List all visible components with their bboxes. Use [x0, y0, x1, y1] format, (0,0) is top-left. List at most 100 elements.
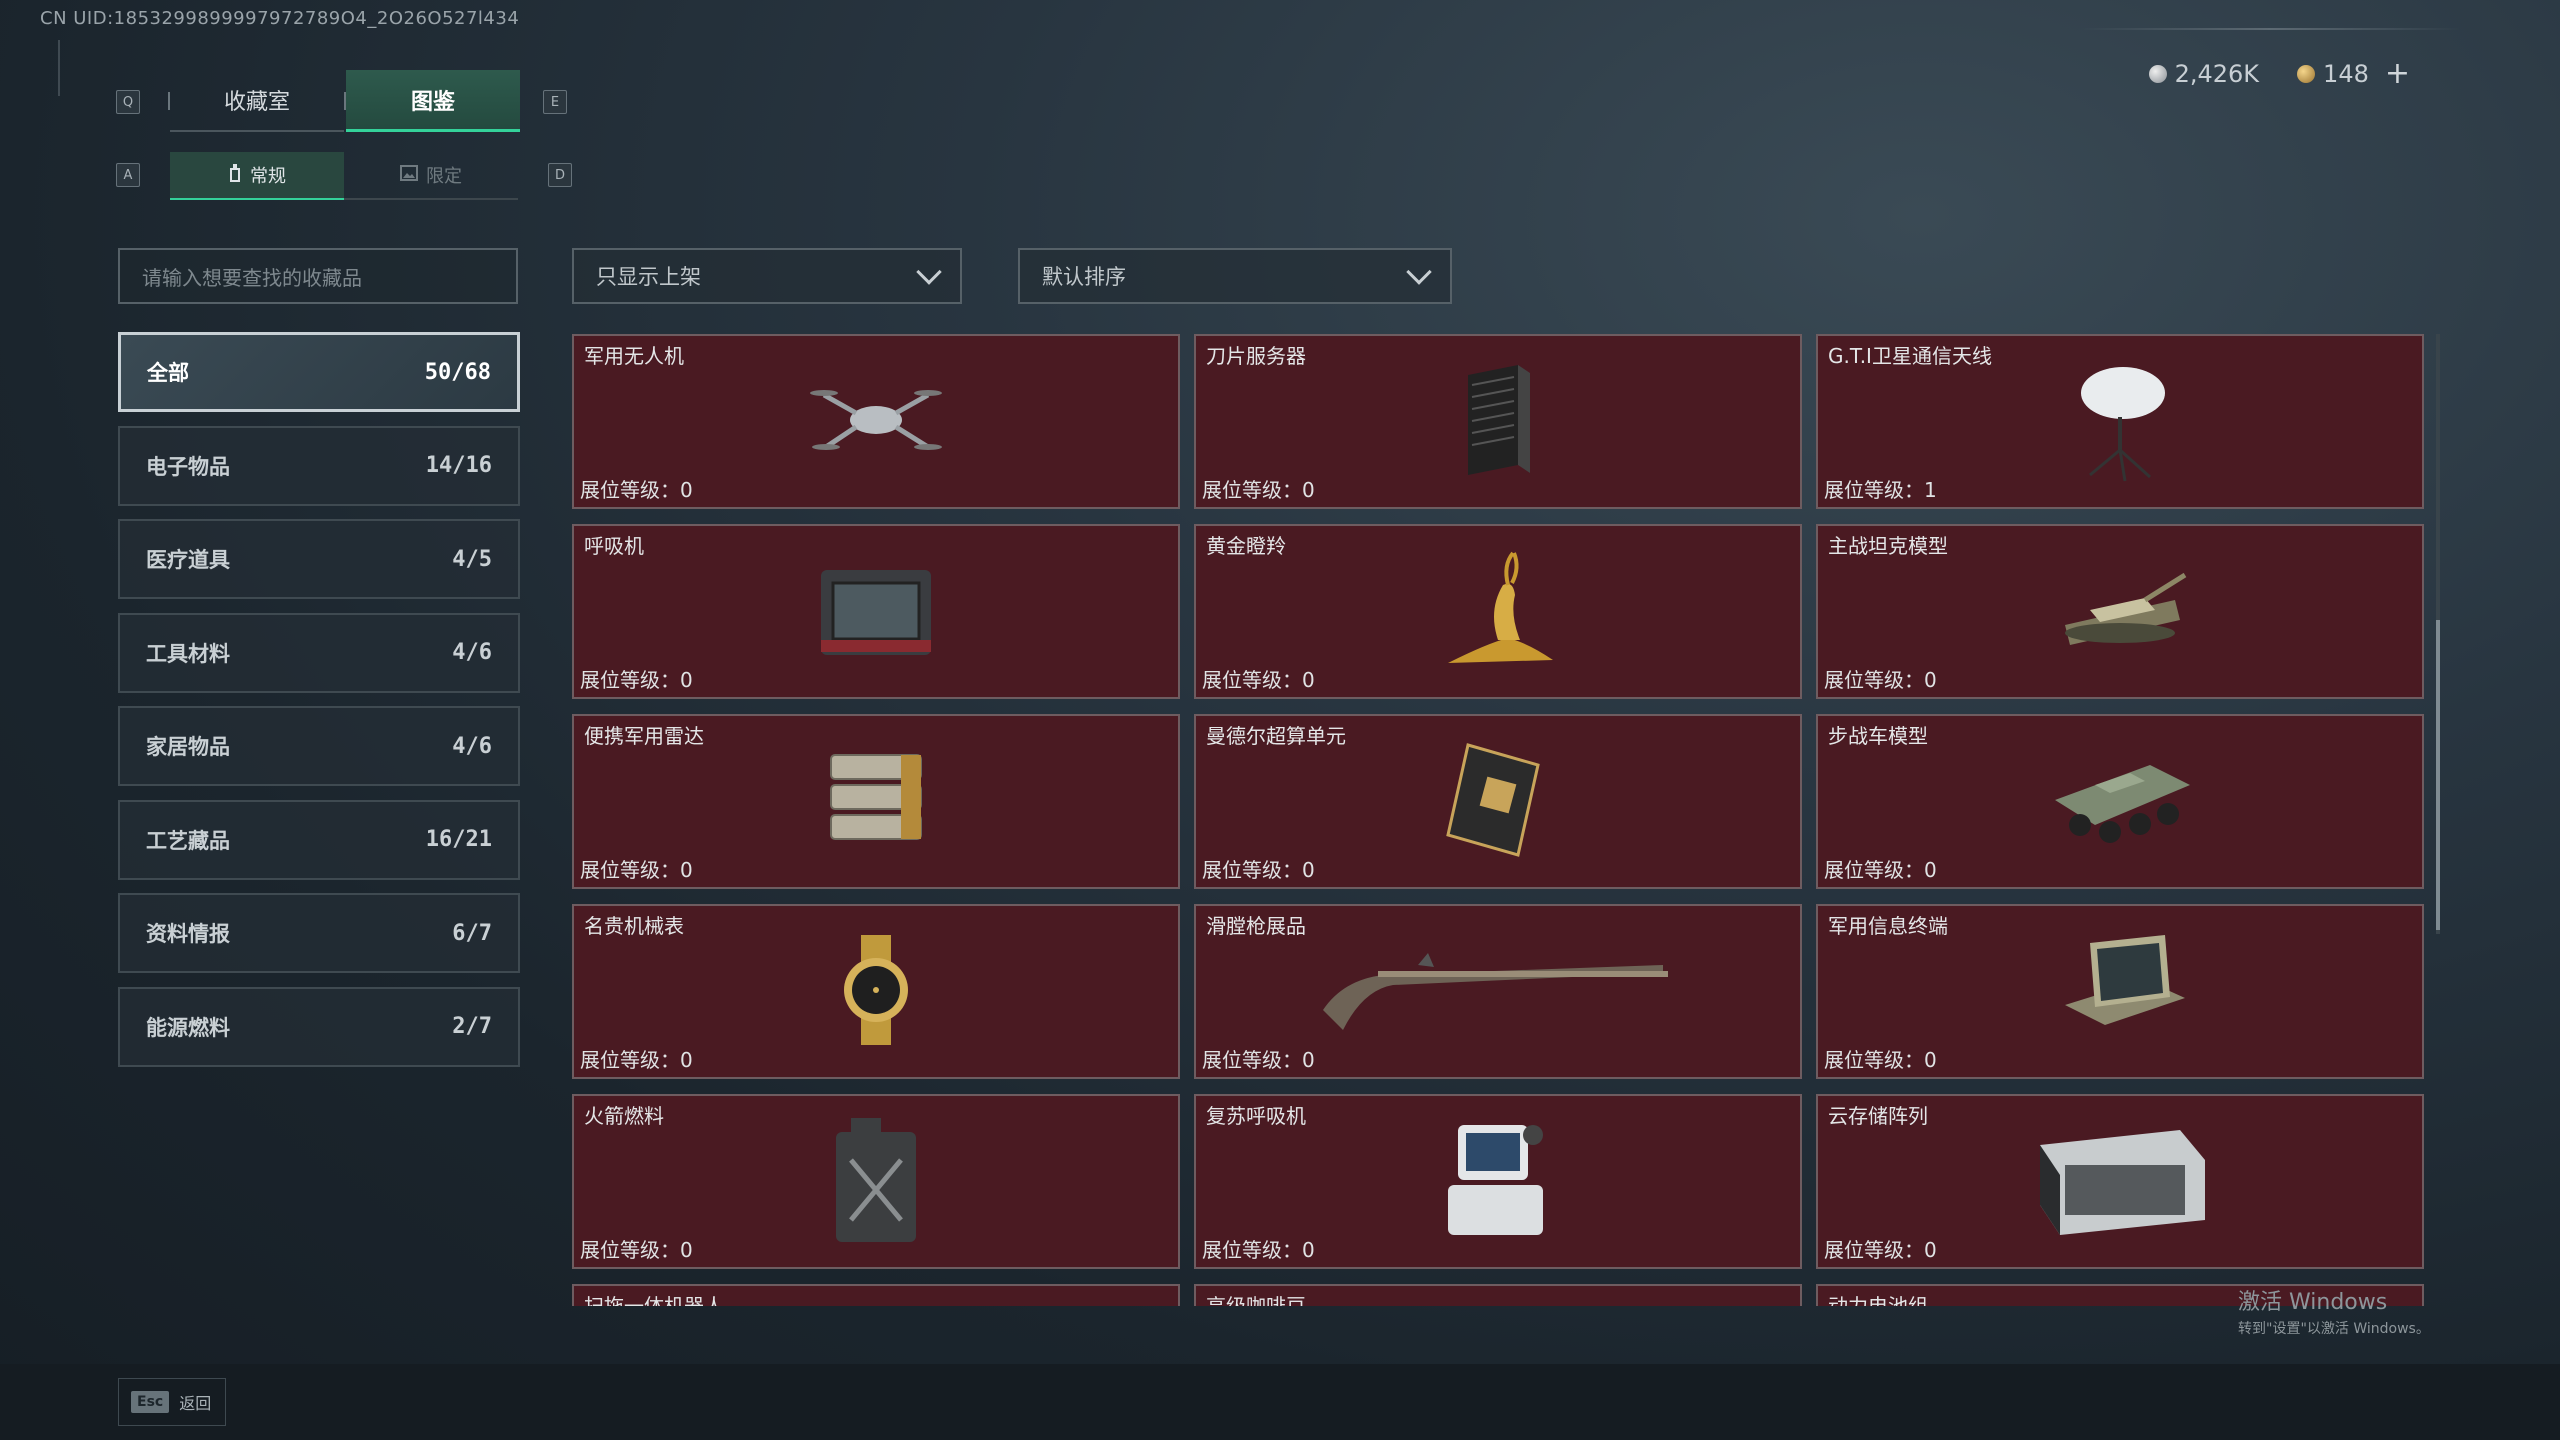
- fuel-can-icon: [821, 1110, 931, 1254]
- silver-amount: 2,426K: [2174, 59, 2260, 88]
- collection-card[interactable]: 复苏呼吸机 展位等级：0: [1194, 1094, 1802, 1269]
- item-level-label: 展位等级：: [1824, 1238, 1924, 1262]
- category-intel[interactable]: 资料情报 6/7: [118, 893, 520, 973]
- category-count: 50/68: [424, 359, 491, 385]
- bottom-bar: [0, 1364, 2560, 1440]
- item-level: 展位等级：0: [1824, 1234, 1937, 1263]
- item-level-label: 展位等级：: [580, 668, 680, 692]
- collection-card[interactable]: 刀片服务器 展位等级：0: [1194, 334, 1802, 509]
- item-level-value: 0: [1302, 668, 1315, 692]
- item-level-label: 展位等级：: [580, 1238, 680, 1262]
- item-level: 展位等级：0: [1202, 1234, 1315, 1263]
- category-all[interactable]: 全部 50/68: [118, 332, 520, 412]
- category-tools[interactable]: 工具材料 4/6: [118, 612, 520, 693]
- side-decoration: [58, 40, 64, 96]
- tab-catalog[interactable]: 图鉴: [346, 70, 520, 132]
- subtab-regular-label: 常规: [250, 166, 286, 187]
- collection-card[interactable]: 军用无人机展位等级：0: [572, 334, 1180, 509]
- satellite-dish-icon: [2065, 355, 2175, 489]
- main-tabs: 收藏室 图鉴: [168, 70, 520, 132]
- shelf-filter-dropdown[interactable]: 只显示上架: [572, 248, 962, 304]
- item-level: 展位等级：0: [1824, 664, 1937, 693]
- collection-card[interactable]: 黄金瞪羚 展位等级：0: [1194, 524, 1802, 699]
- subtab-regular[interactable]: 常规: [170, 152, 344, 200]
- watch-icon: [826, 930, 926, 1054]
- item-level: 展位等级：0: [580, 474, 693, 503]
- server-icon: [1448, 355, 1548, 489]
- item-name: 名贵机械表: [584, 914, 684, 938]
- collection-card[interactable]: G.T.I卫星通信天线 展位等级：1: [1816, 334, 2424, 509]
- collection-card[interactable]: 高级咖啡豆: [1194, 1284, 1802, 1306]
- item-level-label: 展位等级：: [1202, 668, 1302, 692]
- gold-currency[interactable]: 148 +: [2297, 56, 2410, 91]
- category-medical[interactable]: 医疗道具 4/5: [118, 519, 520, 599]
- item-name: 滑膛枪展品: [1206, 914, 1306, 938]
- sort-value: 默认排序: [1042, 265, 1126, 289]
- subtab-limited-label: 限定: [426, 166, 462, 187]
- collection-card[interactable]: 呼吸机 展位等级：0: [572, 524, 1180, 699]
- add-currency-button[interactable]: +: [2385, 56, 2410, 91]
- collection-card[interactable]: 云存储阵列 展位等级：0: [1816, 1094, 2424, 1269]
- category-label: 工艺藏品: [146, 828, 230, 853]
- tab-collection-room[interactable]: 收藏室: [170, 70, 344, 132]
- item-level-label: 展位等级：: [1202, 1048, 1302, 1072]
- sub-tabs: 常规 限定: [170, 152, 518, 200]
- item-level: 展位等级：0: [580, 1044, 693, 1073]
- collection-card[interactable]: 步战车模型 展位等级：0: [1816, 714, 2424, 889]
- item-name: 便携军用雷达: [584, 724, 704, 748]
- category-count: 4/6: [452, 640, 492, 665]
- category-label: 工具材料: [146, 641, 230, 666]
- back-label: 返回: [179, 1394, 212, 1413]
- item-level-label: 展位等级：: [580, 858, 680, 882]
- category-label: 全部: [147, 361, 189, 385]
- category-electronics[interactable]: 电子物品 14/16: [118, 425, 520, 506]
- resuscitator-icon: [1438, 1115, 1558, 1249]
- golden-gazelle-icon: [1428, 545, 1568, 679]
- uid-label: CN UID:1853299899997972789O4_2O26O527l43…: [40, 8, 520, 29]
- category-label: 家居物品: [146, 735, 230, 759]
- collection-card[interactable]: 曼德尔超算单元 展位等级：0: [1194, 714, 1802, 889]
- item-level-value: 0: [1302, 858, 1315, 882]
- shelf-filter-value: 只显示上架: [596, 265, 701, 289]
- windows-watermark: 激活 Windows 转到"设置"以激活 Windows。: [2238, 1284, 2430, 1338]
- category-energy[interactable]: 能源燃料 2/7: [118, 986, 520, 1067]
- collection-card[interactable]: 滑膛枪展品展位等级：0: [1194, 904, 1802, 1079]
- item-level: 展位等级：0: [1202, 1044, 1315, 1073]
- item-level-value: 0: [1924, 1238, 1937, 1262]
- item-level-value: 0: [1302, 478, 1315, 502]
- sort-dropdown[interactable]: 默认排序: [1018, 248, 1452, 304]
- category-household[interactable]: 家居物品 4/6: [118, 706, 520, 786]
- item-level-value: 0: [1302, 1238, 1315, 1262]
- key-hint-q: Q: [116, 90, 140, 114]
- item-level-value: 0: [1924, 1048, 1937, 1072]
- radar-icon: [816, 740, 936, 864]
- item-level-value: 0: [1924, 668, 1937, 692]
- scrollbar-thumb[interactable]: [2436, 620, 2440, 930]
- category-count: 16/21: [425, 827, 492, 852]
- collection-card[interactable]: 军用信息终端 展位等级：0: [1816, 904, 2424, 1079]
- category-crafts[interactable]: 工艺藏品 16/21: [118, 799, 520, 880]
- collection-card[interactable]: 名贵机械表展位等级：0: [572, 904, 1180, 1079]
- item-level-value: 0: [1302, 1048, 1315, 1072]
- item-level-value: 0: [680, 858, 693, 882]
- search-input[interactable]: 请输入想要查找的收藏品: [118, 248, 518, 304]
- item-name: 军用无人机: [584, 344, 684, 368]
- category-count: 4/6: [452, 733, 492, 759]
- drone-icon: [806, 365, 946, 479]
- collection-grid: 军用无人机 展位等级：0 刀片服务器 展位等级：0 G.T.I卫星通信天线 展位等级：1 呼…: [572, 334, 2428, 1306]
- collection-card[interactable]: 便携军用雷达展位等级：0: [572, 714, 1180, 889]
- item-name: G.T.I卫星通信天线: [1828, 344, 1992, 368]
- collection-card[interactable]: 扫拖一体机器人: [572, 1284, 1180, 1306]
- item-level: 展位等级：0: [1202, 474, 1315, 503]
- gold-amount: 148: [2323, 59, 2369, 88]
- key-hint-e: E: [543, 90, 567, 114]
- back-button[interactable]: Esc 返回: [118, 1378, 226, 1426]
- storage-array-icon: [2020, 1115, 2220, 1249]
- subtab-limited[interactable]: 限定: [344, 152, 518, 200]
- item-level: 展位等级：0: [1202, 664, 1315, 693]
- collection-card[interactable]: 主战坦克模型展位等级：0: [1816, 524, 2424, 699]
- terminal-icon: [2045, 925, 2195, 1059]
- collection-card[interactable]: 火箭燃料 展位等级：0: [572, 1094, 1180, 1269]
- chevron-down-icon: [1406, 259, 1432, 285]
- item-name: 主战坦克模型: [1828, 534, 1948, 558]
